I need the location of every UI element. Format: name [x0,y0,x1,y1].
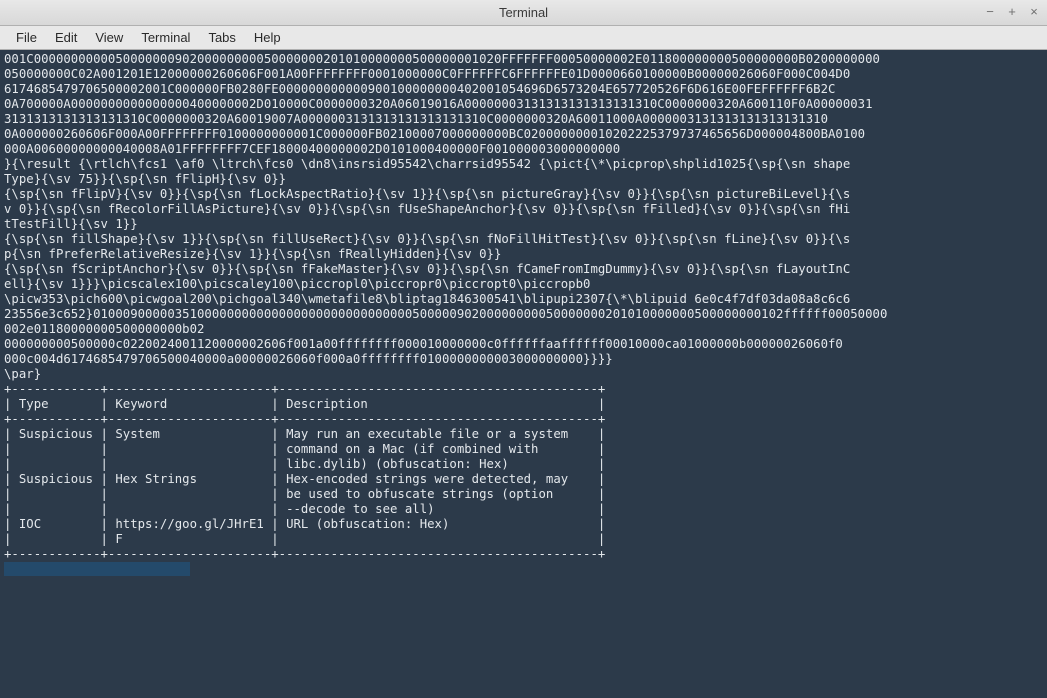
terminal-line: 3131313131313131310C0000000320A60019007A… [4,112,1043,127]
menu-terminal[interactable]: Terminal [133,28,198,47]
terminal-line: 000c004d6174685479706500040000a000000260… [4,352,1043,367]
terminal-line: | | | command on a Mac (if combined with… [4,442,1043,457]
close-icon[interactable]: × [1027,4,1041,18]
terminal-line: tTestFill}{\sv 1}} [4,217,1043,232]
terminal-line: 002e01180000000500000000b02 [4,322,1043,337]
terminal-line: {\sp{\sn fFlipV}{\sv 0}}{\sp{\sn fLockAs… [4,187,1043,202]
terminal-line: {\sp{\sn fillShape}{\sv 1}}{\sp{\sn fill… [4,232,1043,247]
terminal-line: 23556e3c652}0100090000035100000000000000… [4,307,1043,322]
terminal-line: \picw353\pich600\picwgoal200\pichgoal340… [4,292,1043,307]
terminal-line: | | | be used to obfuscate strings (opti… [4,487,1043,502]
terminal-line: }{\result {\rtlch\fcs1 \af0 \ltrch\fcs0 … [4,157,1043,172]
menu-edit[interactable]: Edit [47,28,85,47]
terminal-line: 000A00600000000040008A01FFFFFFFF7CEF1800… [4,142,1043,157]
menu-view[interactable]: View [87,28,131,47]
terminal-selection [4,562,190,576]
terminal-line: 001C000000000005000000090200000000050000… [4,52,1043,67]
terminal-line: | | F | | [4,532,1043,547]
terminal-line: \par} [4,367,1043,382]
terminal-line: 000000000500000c0220024001120000002606f0… [4,337,1043,352]
terminal-line: 6174685479706500002001C000000FB0280FE000… [4,82,1043,97]
window-controls: − + × [983,4,1041,18]
terminal-line: {\sp{\sn fScriptAnchor}{\sv 0}}{\sp{\sn … [4,262,1043,277]
terminal-line: +------------+----------------------+---… [4,412,1043,427]
menu-file[interactable]: File [8,28,45,47]
terminal-line: +------------+----------------------+---… [4,547,1043,562]
terminal-line: p{\sn fPreferRelativeResize}{\sv 1}}{\sp… [4,247,1043,262]
terminal-output[interactable]: 001C000000000005000000090200000000050000… [0,50,1047,698]
terminal-prompt[interactable] [4,562,1043,577]
menu-help[interactable]: Help [246,28,289,47]
titlebar: Terminal − + × [0,0,1047,26]
terminal-line: 0A000000260606F000A00FFFFFFFF01000000000… [4,127,1043,142]
terminal-line: | Type | Keyword | Description | [4,397,1043,412]
terminal-line: 050000000C02A001201E12000000260606F001A0… [4,67,1043,82]
terminal-line: | | | libc.dylib) (obfuscation: Hex) | [4,457,1043,472]
terminal-line: | | | --decode to see all) | [4,502,1043,517]
terminal-line: | Suspicious | System | May run an execu… [4,427,1043,442]
window-title: Terminal [499,5,548,20]
terminal-line: 0A700000A0000000000000000400000002D01000… [4,97,1043,112]
terminal-line: Type}{\sv 75}}{\sp{\sn fFlipH}{\sv 0}} [4,172,1043,187]
terminal-line: ell}{\sv 1}}}\picscalex100\picscaley100\… [4,277,1043,292]
minimize-icon[interactable]: − [983,4,997,18]
terminal-line: | IOC | https://goo.gl/JHrE1 | URL (obfu… [4,517,1043,532]
menubar: File Edit View Terminal Tabs Help [0,26,1047,50]
terminal-line: | Suspicious | Hex Strings | Hex-encoded… [4,472,1043,487]
terminal-line: +------------+----------------------+---… [4,382,1043,397]
maximize-icon[interactable]: + [1005,4,1019,18]
menu-tabs[interactable]: Tabs [200,28,243,47]
terminal-line: v 0}}{\sp{\sn fRecolorFillAsPicture}{\sv… [4,202,1043,217]
